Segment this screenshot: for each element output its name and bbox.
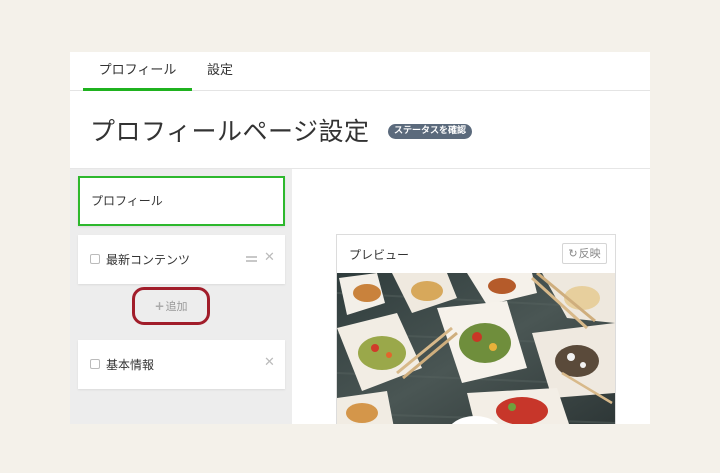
- close-icon[interactable]: ✕: [264, 249, 275, 267]
- module-label: 基本情報: [106, 358, 155, 372]
- module-card-basic-info[interactable]: 基本情報 ✕: [78, 340, 285, 389]
- module-card-profile[interactable]: プロフィール: [78, 176, 285, 226]
- tab-bar: プロフィール 設定: [70, 52, 650, 91]
- page-title: プロフィールページ設定: [90, 117, 370, 146]
- add-label: 追加: [165, 300, 188, 313]
- reflect-label: 反映: [578, 247, 601, 260]
- module-checkbox[interactable]: [90, 359, 100, 369]
- add-module-button[interactable]: +追加: [146, 296, 196, 316]
- preview-header: プレビュー ↻反映: [337, 235, 615, 273]
- tab-settings[interactable]: 設定: [207, 52, 233, 91]
- status-badge[interactable]: ステータスを確認: [388, 124, 473, 139]
- module-label: プロフィール: [91, 194, 163, 208]
- reflect-button[interactable]: ↻反映: [562, 243, 607, 264]
- tab-profile[interactable]: プロフィール: [83, 52, 192, 91]
- title-area: プロフィールページ設定 ステータスを確認: [70, 92, 650, 169]
- plus-icon: +: [154, 299, 165, 313]
- close-icon[interactable]: ✕: [264, 354, 275, 372]
- food-photo-illustration: [337, 273, 615, 424]
- preview-panel: プレビュー ↻反映: [336, 234, 616, 424]
- preview-area: プレビュー ↻反映: [292, 169, 650, 424]
- preview-title: プレビュー: [349, 248, 410, 262]
- refresh-icon: ↻: [568, 247, 578, 260]
- module-list: プロフィール 最新コンテンツ ✕ +追加 基本情報 ✕: [70, 169, 292, 424]
- module-card-latest-content[interactable]: 最新コンテンツ ✕: [78, 235, 285, 284]
- cover-photo: [337, 273, 615, 424]
- module-label: 最新コンテンツ: [106, 253, 191, 267]
- module-checkbox[interactable]: [90, 254, 100, 264]
- drag-handle-icon[interactable]: [246, 256, 257, 262]
- profile-settings-window: プロフィール 設定 プロフィールページ設定 ステータスを確認 プロフィール 最新…: [70, 52, 650, 424]
